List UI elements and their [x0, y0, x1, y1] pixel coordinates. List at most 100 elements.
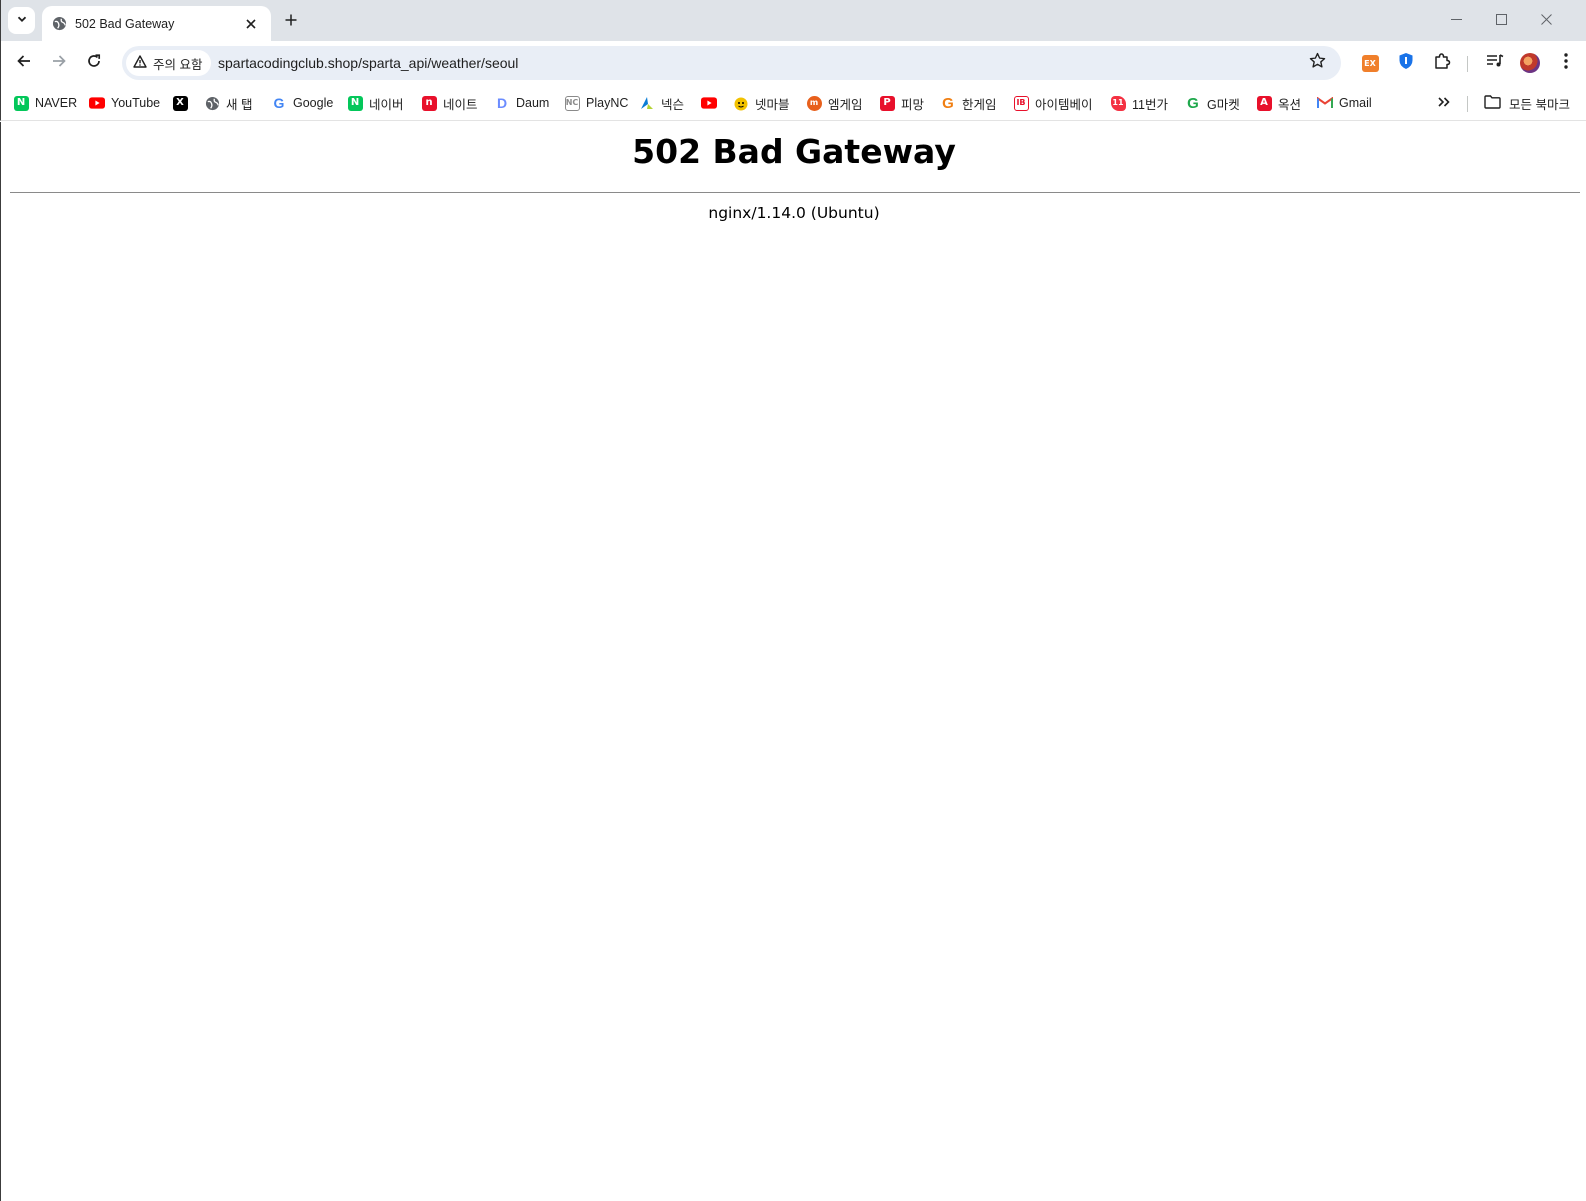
daum-icon: D — [496, 95, 508, 111]
server-signature: nginx/1.14.0 (Ubuntu) — [708, 204, 880, 222]
bookmark-label: 옥션 — [1278, 97, 1302, 112]
new-tab-button[interactable] — [279, 10, 303, 34]
bookmark-new-tab[interactable]: 새 탭 — [204, 91, 252, 115]
bookmark-label: 네이트 — [443, 97, 478, 112]
bookmark-label: NAVER — [35, 96, 78, 110]
x-icon: X — [172, 95, 188, 111]
chevron-down-icon — [16, 12, 28, 30]
bookmarks-divider — [1467, 96, 1468, 112]
bookmark-11st[interactable]: 11 11번가 — [1110, 91, 1168, 115]
divider — [10, 192, 1580, 193]
bookmark-label: Daum — [516, 96, 550, 110]
more-vert-icon — [1564, 52, 1568, 74]
extension-ex-icon[interactable]: EX — [1360, 53, 1380, 73]
plus-icon — [285, 13, 297, 31]
naver-icon: N — [347, 95, 363, 111]
forward-button[interactable] — [44, 48, 74, 78]
bookmark-youtube[interactable]: YouTube — [89, 91, 160, 115]
bookmark-label: 넥슨 — [661, 97, 685, 112]
shield-icon — [1398, 52, 1414, 75]
double-chevron-right-icon — [1438, 94, 1450, 112]
bookmark-hangame[interactable]: G 한게임 — [940, 91, 997, 115]
bookmark-plaync[interactable]: NC PlayNC — [564, 91, 628, 115]
bookmark-label: 한게임 — [962, 97, 997, 112]
close-tab-icon[interactable] — [241, 14, 261, 34]
bookmarks-overflow-button[interactable] — [1434, 93, 1454, 113]
bookmark-daum[interactable]: D Daum — [494, 91, 549, 115]
bookmark-label: PlayNC — [586, 96, 629, 110]
maximize-icon — [1495, 12, 1507, 30]
bookmark-nexon[interactable]: 넥슨 — [639, 91, 684, 115]
bookmark-youtube-2[interactable] — [701, 91, 717, 115]
tab-strip: 502 Bad Gateway — [0, 0, 1586, 41]
reload-button[interactable] — [79, 48, 109, 78]
arrow-left-icon — [16, 53, 32, 74]
puzzle-icon — [1433, 52, 1451, 75]
close-icon — [1540, 12, 1552, 30]
bookmark-label: 네이버 — [369, 97, 404, 112]
bookmark-label: Google — [293, 96, 334, 110]
bookmark-gmarket[interactable]: G G마켓 — [1185, 91, 1240, 115]
11st-icon: 11 — [1110, 95, 1126, 111]
url-text[interactable]: spartacodingclub.shop/sparta_api/weather… — [218, 46, 518, 80]
globe-icon — [204, 95, 220, 111]
extension-shield-icon[interactable] — [1396, 52, 1416, 75]
mgame-icon: m — [806, 95, 822, 111]
profile-avatar[interactable] — [1520, 53, 1540, 73]
toolbar-divider — [1467, 56, 1468, 72]
bookmark-label: YouTube — [111, 96, 161, 110]
tab-title: 502 Bad Gateway — [75, 16, 175, 31]
bookmark-star-button[interactable] — [1307, 52, 1327, 74]
bookmark-label: 새 탭 — [226, 97, 253, 112]
gmail-icon — [1317, 95, 1333, 111]
address-bar[interactable]: 주의 요함 spartacodingclub.shop/sparta_api/w… — [122, 46, 1341, 80]
bookmark-auction[interactable]: A 옥션 — [1256, 91, 1301, 115]
globe-icon — [51, 16, 67, 32]
star-icon — [1309, 52, 1326, 74]
close-window-button[interactable] — [1526, 6, 1566, 36]
menu-button[interactable] — [1556, 52, 1576, 74]
media-controls-button[interactable] — [1485, 53, 1505, 73]
bookmark-gmail[interactable]: Gmail — [1317, 91, 1372, 115]
youtube-icon — [701, 95, 717, 111]
auction-icon: A — [1256, 95, 1272, 111]
bookmark-naver[interactable]: N NAVER — [13, 91, 77, 115]
itembay-icon: IB — [1013, 95, 1029, 111]
pmang-icon: P — [879, 95, 895, 111]
nexon-icon — [639, 95, 655, 111]
arrow-right-icon — [51, 53, 67, 74]
naver-icon: N — [13, 95, 29, 111]
bookmark-nate[interactable]: n 네이트 — [421, 91, 478, 115]
bookmark-mgame[interactable]: m 엠게임 — [806, 91, 863, 115]
bookmark-itembay[interactable]: IB 아이템베이 — [1013, 91, 1093, 115]
warning-icon — [133, 55, 147, 71]
bookmarks-bar: N NAVER YouTube X 새 탭 G Google N 네이버 n 네… — [0, 85, 1586, 121]
plaync-icon: NC — [564, 95, 580, 111]
browser-toolbar: 주의 요함 spartacodingclub.shop/sparta_api/w… — [0, 41, 1586, 85]
bookmark-google[interactable]: G Google — [271, 91, 334, 115]
youtube-icon — [89, 95, 105, 111]
folder-icon — [1484, 94, 1501, 112]
bookmark-label: Gmail — [1339, 96, 1372, 110]
bookmark-naver-kr[interactable]: N 네이버 — [347, 91, 404, 115]
maximize-button[interactable] — [1481, 6, 1521, 36]
bookmark-x[interactable]: X — [172, 91, 188, 115]
bookmark-pmang[interactable]: P 피망 — [879, 91, 924, 115]
site-info-chip[interactable]: 주의 요함 — [126, 50, 212, 76]
extensions-button[interactable] — [1432, 52, 1452, 75]
tab-search-button[interactable] — [8, 7, 35, 34]
reload-icon — [86, 53, 102, 74]
page-content: 502 Bad Gateway nginx/1.14.0 (Ubuntu) — [0, 122, 1586, 1201]
back-button[interactable] — [9, 48, 39, 78]
netmarble-icon — [733, 95, 749, 111]
security-chip-label: 주의 요함 — [153, 57, 203, 72]
bookmark-label: 아이템베이 — [1035, 97, 1093, 112]
bookmark-label: 11번가 — [1132, 97, 1168, 112]
minimize-button[interactable] — [1436, 6, 1476, 36]
bookmark-netmarble[interactable]: 넷마블 — [733, 91, 790, 115]
bookmark-label: 엠게임 — [828, 97, 863, 112]
google-icon: G — [273, 95, 285, 111]
all-bookmarks-button[interactable]: 모든 북마크 — [1484, 91, 1570, 115]
tab-active[interactable]: 502 Bad Gateway — [42, 6, 271, 41]
hangame-icon: G — [942, 94, 954, 112]
